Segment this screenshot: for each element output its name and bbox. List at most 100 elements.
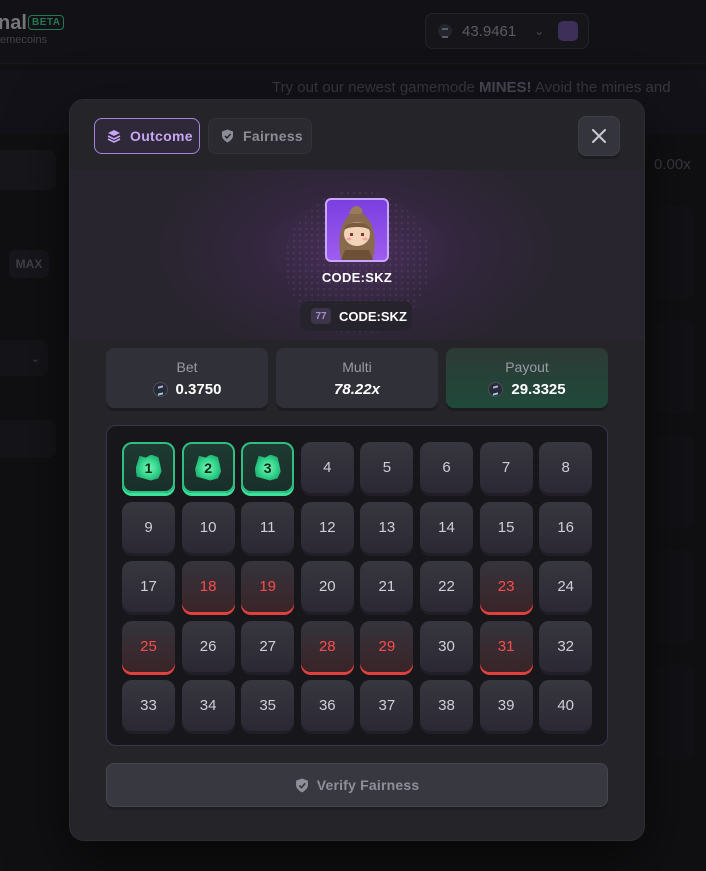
tile-number: 17 bbox=[140, 578, 157, 595]
tile-20[interactable]: 20 bbox=[300, 561, 354, 612]
tile-30[interactable]: 30 bbox=[420, 620, 473, 672]
tile-21[interactable]: 21 bbox=[360, 561, 414, 612]
tile-number: 6 bbox=[442, 459, 451, 476]
tile-11[interactable]: 11 bbox=[241, 501, 295, 553]
player-tag[interactable]: 77 CODE:SKZ bbox=[300, 301, 412, 331]
gem-icon: 3 bbox=[254, 454, 281, 481]
outcome-modal: Outcome Fairness CODE:SKZ 77 CODE:SKZ Be… bbox=[70, 100, 644, 840]
tile-25[interactable]: 25 bbox=[122, 620, 175, 672]
tile-18[interactable]: 18 bbox=[181, 561, 235, 612]
tile-7[interactable]: 7 bbox=[479, 442, 533, 493]
tile-5[interactable]: 5 bbox=[360, 442, 414, 493]
tile-number: 12 bbox=[318, 518, 336, 536]
tile-29[interactable]: 29 bbox=[360, 620, 414, 672]
tile-26[interactable]: 26 bbox=[181, 620, 235, 672]
tile-31[interactable]: 31 bbox=[479, 620, 533, 672]
tile-22[interactable]: 22 bbox=[420, 561, 473, 612]
bet-label: Bet bbox=[176, 358, 198, 375]
coin-icon bbox=[152, 381, 168, 397]
tile-number: 9 bbox=[144, 518, 153, 536]
tile-24[interactable]: 24 bbox=[539, 561, 593, 612]
multi-stat: Multi 78.22x bbox=[276, 348, 438, 408]
tile-number: 36 bbox=[318, 697, 336, 714]
tile-number: 15 bbox=[497, 518, 515, 536]
tile-number: 30 bbox=[438, 637, 455, 655]
tile-36[interactable]: 36 bbox=[300, 680, 354, 731]
payout-label: Payout bbox=[505, 358, 549, 375]
tile-14[interactable]: 14 bbox=[420, 501, 473, 553]
tile-number: 25 bbox=[140, 637, 157, 655]
tile-39[interactable]: 39 bbox=[479, 680, 533, 731]
payout-stat: Payout 29.3325 bbox=[446, 348, 608, 408]
tile-number: 31 bbox=[497, 637, 515, 655]
tile-number: 26 bbox=[199, 637, 217, 655]
shield-check-icon bbox=[295, 778, 308, 792]
tile-10[interactable]: 10 bbox=[181, 501, 235, 553]
tile-number: 34 bbox=[199, 697, 217, 714]
tile-number: 28 bbox=[318, 637, 336, 655]
tile-number: 19 bbox=[259, 578, 277, 595]
avatar[interactable] bbox=[325, 198, 389, 262]
tile-19[interactable]: 19 bbox=[241, 561, 295, 612]
tile-number: 20 bbox=[318, 578, 336, 595]
tile-16[interactable]: 16 bbox=[539, 501, 593, 553]
tile-number: 39 bbox=[497, 697, 515, 714]
tile-number: 5 bbox=[382, 459, 392, 476]
close-button[interactable] bbox=[578, 116, 620, 156]
tile-number: 11 bbox=[259, 518, 276, 536]
tab-fairness[interactable]: Fairness bbox=[208, 118, 312, 154]
tile-6[interactable]: 6 bbox=[420, 442, 473, 493]
tile-38[interactable]: 38 bbox=[420, 680, 473, 731]
shield-check-icon bbox=[222, 129, 233, 143]
tile-40[interactable]: 40 bbox=[539, 680, 593, 731]
gem-icon: 1 bbox=[135, 454, 162, 481]
tile-4[interactable]: 4 bbox=[300, 442, 354, 493]
bet-value: 0.3750 bbox=[175, 380, 222, 398]
tile-number: 24 bbox=[557, 578, 575, 595]
tile-number: 32 bbox=[557, 637, 575, 655]
tile-8[interactable]: 8 bbox=[539, 442, 593, 493]
verify-fairness-button[interactable]: Verify Fairness bbox=[106, 763, 608, 807]
tile-23[interactable]: 23 bbox=[479, 561, 533, 612]
gem-icon: 2 bbox=[195, 454, 222, 481]
coin-icon bbox=[488, 381, 504, 397]
tile-number: 38 bbox=[438, 697, 455, 714]
level-badge: 77 bbox=[311, 308, 331, 324]
tile-2[interactable]: 2 bbox=[181, 442, 235, 493]
tile-1[interactable]: 1 bbox=[122, 442, 175, 493]
player-hero: CODE:SKZ 77 CODE:SKZ bbox=[70, 170, 644, 340]
tile-number: 4 bbox=[323, 459, 332, 476]
tab-outcome-label: Outcome bbox=[130, 128, 193, 144]
tile-17[interactable]: 17 bbox=[122, 561, 175, 612]
player-name: CODE:SKZ bbox=[321, 270, 393, 285]
tile-33[interactable]: 33 bbox=[122, 680, 175, 731]
tile-28[interactable]: 28 bbox=[300, 620, 354, 672]
close-icon bbox=[592, 129, 606, 143]
tab-outcome[interactable]: Outcome bbox=[94, 118, 200, 154]
bet-value-row: 0.3750 bbox=[152, 380, 222, 398]
tile-number: 13 bbox=[378, 518, 396, 536]
tile-number: 14 bbox=[438, 518, 455, 536]
bet-stat: Bet 0.3750 bbox=[106, 348, 268, 408]
keno-board: 1 2 3 4 5 6 7 8 9 10 11 12 13 14 15 16 17 18 19 20 21 22 23 24 2… bbox=[106, 425, 608, 746]
tile-number: 7 bbox=[501, 459, 511, 476]
payout-value-row: 29.3325 bbox=[488, 380, 566, 398]
modal-header: Outcome Fairness bbox=[70, 100, 644, 170]
tile-35[interactable]: 35 bbox=[241, 680, 295, 731]
tile-3[interactable]: 3 bbox=[241, 442, 295, 493]
tile-27[interactable]: 27 bbox=[241, 620, 295, 672]
tile-15[interactable]: 15 bbox=[479, 501, 533, 553]
payout-value: 29.3325 bbox=[511, 380, 566, 398]
tile-number: 16 bbox=[557, 518, 575, 536]
tile-32[interactable]: 32 bbox=[539, 620, 593, 672]
tile-9[interactable]: 9 bbox=[122, 501, 175, 553]
tile-34[interactable]: 34 bbox=[181, 680, 235, 731]
multi-label: Multi bbox=[342, 358, 372, 375]
tile-12[interactable]: 12 bbox=[300, 501, 354, 553]
tile-number: 8 bbox=[561, 459, 570, 476]
tile-number: 40 bbox=[557, 697, 575, 714]
hooded-character-icon bbox=[339, 206, 375, 260]
tab-fairness-label: Fairness bbox=[243, 128, 303, 144]
tile-37[interactable]: 37 bbox=[360, 680, 414, 731]
tile-13[interactable]: 13 bbox=[360, 501, 414, 553]
